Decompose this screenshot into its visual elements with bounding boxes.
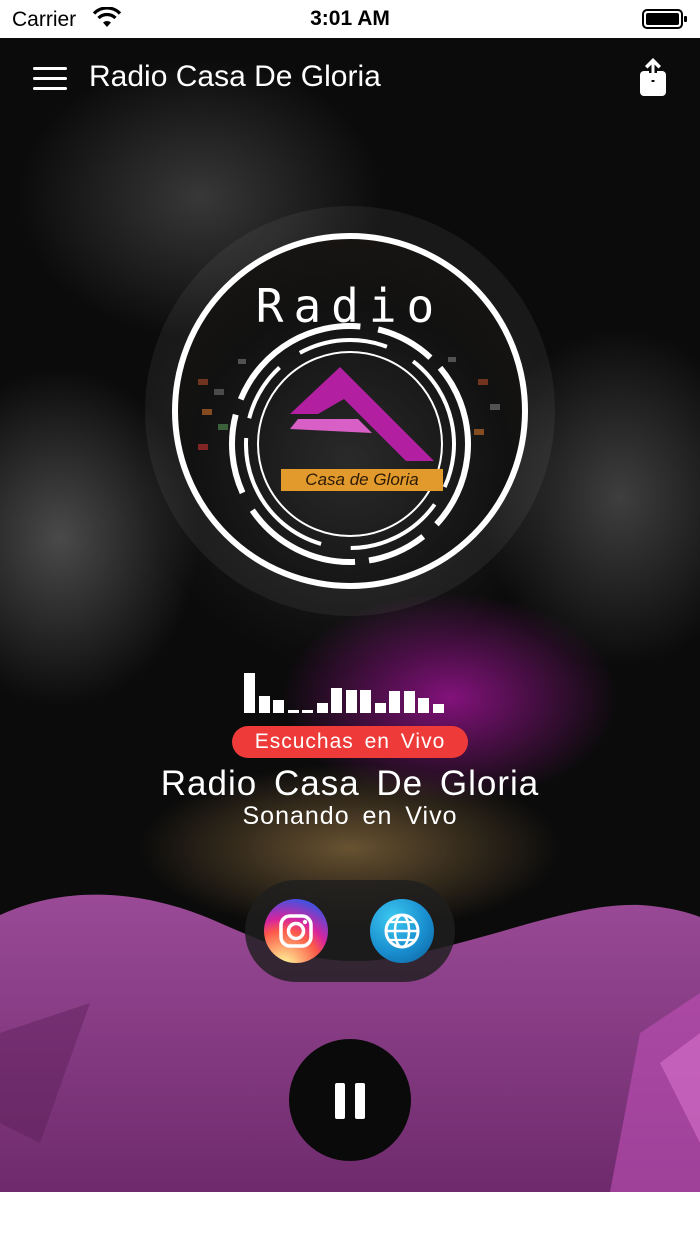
pause-button[interactable] (289, 1039, 411, 1161)
equalizer-bar (418, 697, 429, 713)
app-title: Radio Casa De Gloria (89, 60, 381, 93)
live-badge: Escuchas en Vivo (232, 726, 468, 758)
equalizer-bar (258, 696, 270, 713)
equalizer-bar (316, 703, 328, 713)
station-name: Radio Casa De Gloria (160, 764, 540, 803)
instagram-icon (279, 914, 313, 948)
status-time: 3:01 AM (310, 7, 390, 30)
equalizer-bar (403, 691, 415, 713)
station-subtitle: Sonando en Vivo (242, 802, 458, 830)
equalizer-bar (374, 703, 386, 713)
pause-icon (335, 1083, 365, 1119)
nav-bar: Radio Casa De Gloria (0, 38, 700, 118)
player-screen: Radio Casa De Gloria Radio Casa de Glori… (0, 38, 700, 1192)
equalizer-bar (273, 700, 284, 713)
website-button[interactable] (370, 899, 434, 963)
status-bar: Carrier 3:01 AM (0, 0, 700, 38)
logo-word: Radio (255, 279, 445, 333)
equalizer-bar (302, 709, 313, 713)
equalizer-bar (360, 689, 371, 713)
equalizer-bar (244, 673, 255, 713)
equalizer (244, 673, 456, 713)
share-icon[interactable] (638, 58, 668, 98)
equalizer-bar (432, 704, 444, 713)
equalizer-bar (287, 709, 299, 713)
hamburger-menu-icon[interactable] (33, 67, 67, 91)
equalizer-bar (389, 691, 400, 713)
logo-band: Casa de Gloria (281, 469, 443, 491)
instagram-button[interactable] (264, 899, 328, 963)
equalizer-bar (345, 689, 357, 713)
globe-icon (384, 913, 420, 949)
equalizer-bar (331, 688, 342, 713)
battery-icon (642, 9, 687, 29)
station-logo: Radio Casa de Gloria (172, 233, 528, 589)
